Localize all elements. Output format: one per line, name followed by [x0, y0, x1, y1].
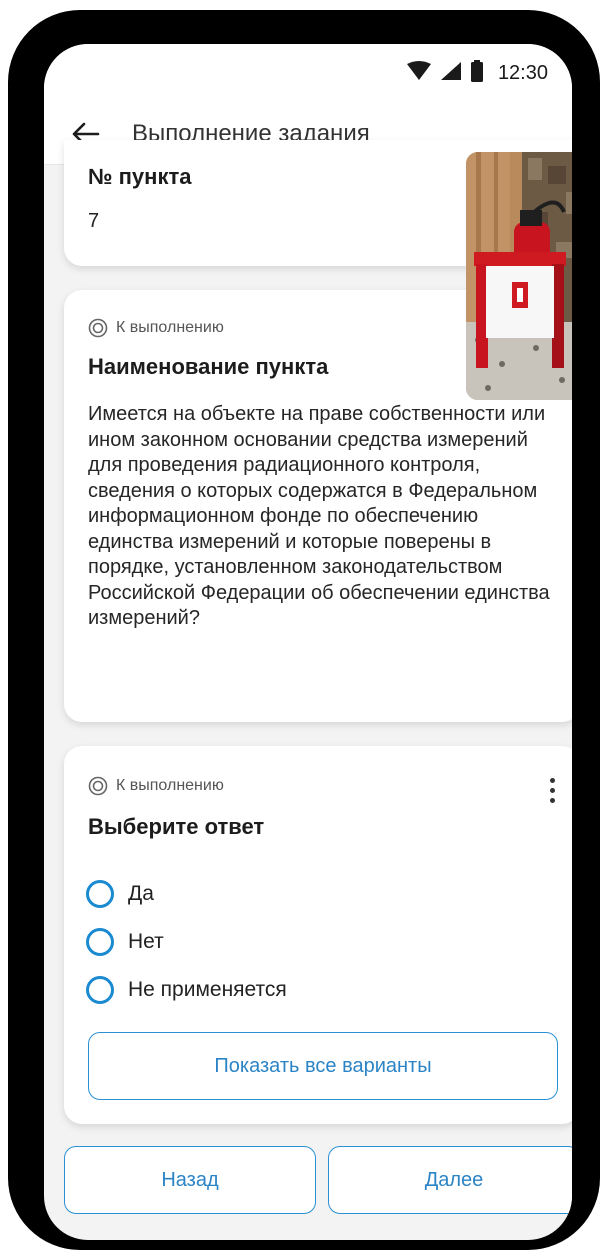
radio-button[interactable]: [86, 880, 114, 908]
radio-option-yes[interactable]: Да: [86, 870, 287, 918]
wifi-icon: [406, 61, 432, 86]
battery-icon: [470, 60, 484, 87]
next-button[interactable]: Далее: [328, 1146, 572, 1214]
answer-card: К выполнению Выберите ответ Да Нет Не пр…: [64, 746, 572, 1124]
status-time: 12:30: [497, 62, 548, 84]
answer-status: К выполнению: [88, 776, 224, 796]
back-button[interactable]: Назад: [64, 1146, 316, 1214]
field-value: 7: [88, 210, 100, 232]
radio-label: Да: [128, 882, 154, 905]
target-icon: [88, 318, 108, 338]
fire-extinguisher-photo[interactable]: [466, 152, 572, 400]
phone-frame: 12:30 Выполнение задания № пункта 7 К вы…: [8, 10, 600, 1250]
more-options-icon[interactable]: [540, 770, 564, 810]
cellular-signal-icon: [440, 61, 462, 86]
radio-option-not-applicable[interactable]: Не применяется: [86, 966, 287, 1014]
target-icon: [88, 776, 108, 796]
radio-option-no[interactable]: Нет: [86, 918, 287, 966]
answer-status-label: К выполнению: [116, 777, 224, 794]
item-description: Имеется на объекте на праве собственност…: [88, 403, 550, 629]
radio-label: Нет: [128, 930, 164, 953]
radio-label: Не применяется: [128, 978, 287, 1001]
radio-button[interactable]: [86, 976, 114, 1004]
field-label: № пункта: [88, 164, 192, 189]
answer-heading: Выберите ответ: [88, 814, 265, 839]
item-status-label: К выполнению: [116, 319, 224, 336]
radio-button[interactable]: [86, 928, 114, 956]
item-status: К выполнению: [88, 318, 224, 338]
item-heading: Наименование пункта: [88, 354, 329, 379]
screen: 12:30 Выполнение задания № пункта 7 К вы…: [44, 44, 572, 1240]
status-icons: 12:30: [406, 60, 548, 87]
answer-options: Да Нет Не применяется: [86, 870, 287, 1014]
show-all-options-button[interactable]: Показать все варианты: [88, 1032, 558, 1100]
status-bar: 12:30: [44, 44, 572, 104]
